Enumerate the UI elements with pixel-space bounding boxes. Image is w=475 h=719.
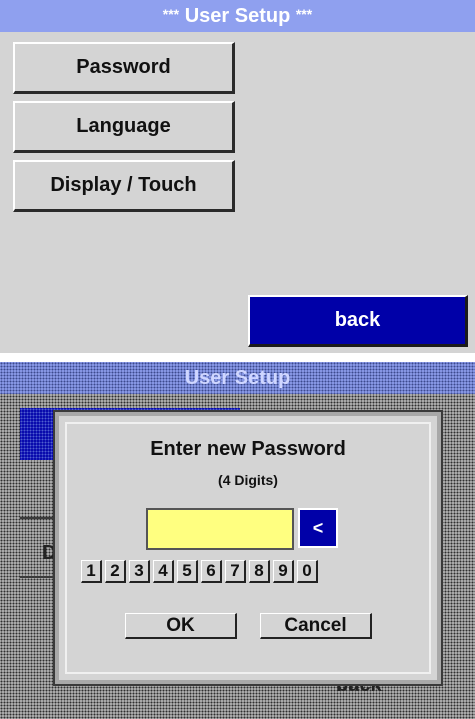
password-dialog: Enter new Password (4 Digits) < 1 2 3 4 … xyxy=(53,410,443,686)
dialog-title: Enter new Password xyxy=(150,438,346,460)
digit-5-button[interactable]: 5 xyxy=(177,560,198,583)
page-title: User Setup xyxy=(184,5,291,27)
digit-0-button[interactable]: 0 xyxy=(297,560,318,583)
title-prefix: *** xyxy=(162,6,180,22)
digit-keypad: 1 2 3 4 5 6 7 8 9 0 xyxy=(81,560,318,583)
title-bar: *** User Setup *** xyxy=(0,0,475,32)
ok-button[interactable]: OK xyxy=(125,613,237,639)
background-divider xyxy=(20,576,60,578)
digit-3-button[interactable]: 3 xyxy=(129,560,150,583)
back-button[interactable]: back xyxy=(248,295,468,347)
digit-6-button[interactable]: 6 xyxy=(201,560,222,583)
divider xyxy=(0,353,475,355)
digit-1-button[interactable]: 1 xyxy=(81,560,102,583)
title-suffix: *** xyxy=(295,6,313,22)
dialog-subtitle: (4 Digits) xyxy=(218,472,278,488)
display-touch-button[interactable]: Display / Touch xyxy=(13,160,235,212)
background-title-bar: User Setup xyxy=(0,362,475,394)
digit-2-button[interactable]: 2 xyxy=(105,560,126,583)
digit-7-button[interactable]: 7 xyxy=(225,560,246,583)
language-button[interactable]: Language xyxy=(13,101,235,153)
backspace-button[interactable]: < xyxy=(298,508,338,548)
background-divider xyxy=(20,517,60,519)
password-input[interactable] xyxy=(146,508,294,550)
digit-4-button[interactable]: 4 xyxy=(153,560,174,583)
digit-9-button[interactable]: 9 xyxy=(273,560,294,583)
password-dialog-screen: User Setup D back Enter new Password (4 … xyxy=(0,362,475,719)
user-setup-screen: *** User Setup *** Password Language Dis… xyxy=(0,0,475,355)
cancel-button[interactable]: Cancel xyxy=(260,613,372,639)
password-button[interactable]: Password xyxy=(13,42,235,94)
digit-8-button[interactable]: 8 xyxy=(249,560,270,583)
